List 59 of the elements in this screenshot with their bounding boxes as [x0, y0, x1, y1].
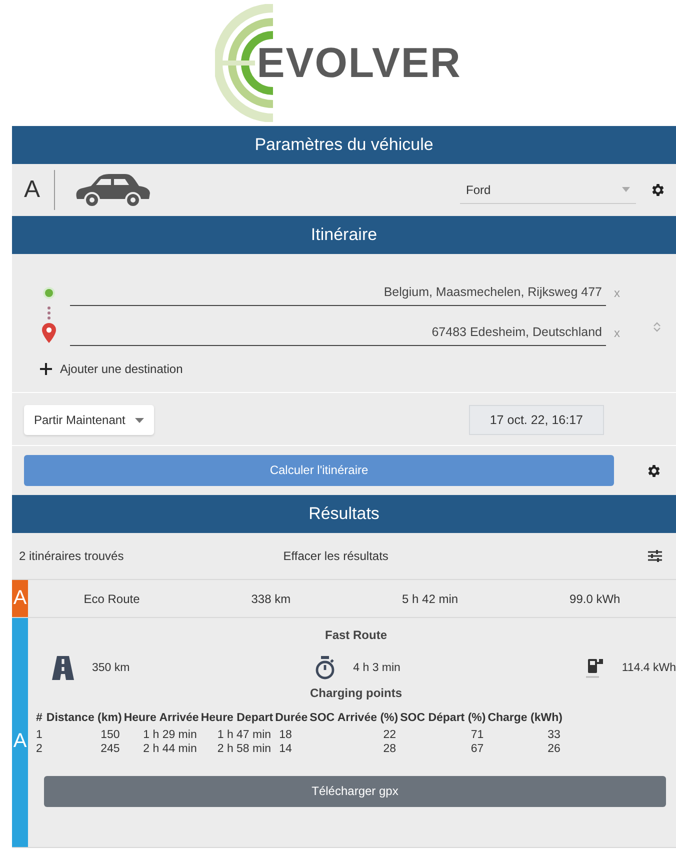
table-cell-text: 1 — [36, 728, 44, 742]
table-cell-text: 71 — [470, 728, 485, 742]
logo-text: EVOLVER — [256, 39, 462, 87]
route-duration: 4 h 3 min — [353, 662, 400, 674]
table-cell-text: 1 h 29 min — [142, 728, 198, 742]
table-cell-text: 1 h 47 min — [216, 728, 272, 742]
column-header: SOC Arrivée (%) — [310, 711, 400, 726]
routes-found-count: 2 itinéraires trouvés — [19, 549, 124, 563]
section-header: Paramètres du véhicule — [12, 126, 676, 164]
column-header: Durée — [275, 711, 309, 726]
clear-results-link[interactable]: Effacer les résultats — [124, 549, 548, 563]
filter-sliders-icon[interactable] — [648, 549, 662, 563]
route-distance: 350 km — [92, 662, 130, 674]
table-cell-text: 22 — [382, 728, 398, 742]
download-gpx-button[interactable]: Télécharger gpx — [44, 776, 666, 807]
table-cell-text: 18 — [278, 728, 293, 742]
add-destination-link[interactable]: Ajouter une destination — [60, 362, 183, 376]
column-header: Distance (km) — [46, 711, 123, 726]
route-name: Eco Route — [84, 592, 140, 606]
road-icon — [52, 656, 74, 680]
table-cell-text: 26 — [546, 742, 562, 756]
address-field[interactable]: 67483 Edesheim, Deutschland — [70, 320, 606, 346]
column-header: # — [36, 711, 44, 726]
table-cell-text: 33 — [546, 728, 562, 742]
vehicle-select[interactable]: Ford — [460, 176, 636, 204]
map-pin-icon — [42, 323, 56, 343]
start-dot-icon — [42, 286, 56, 300]
column-header: Heure Depart — [200, 711, 274, 726]
datetime-field[interactable]: 17 oct. 22, 16:17 — [468, 405, 604, 435]
charging-points-title: Charging points — [309, 686, 403, 700]
table-cell-text: 14 — [278, 742, 293, 756]
column-header: SOC Départ (%) — [400, 711, 487, 726]
settings-icon[interactable] — [646, 462, 662, 478]
plus-icon[interactable] — [40, 363, 52, 375]
column-header: Heure Arrivée — [124, 711, 200, 726]
charging-station-icon — [586, 657, 604, 679]
table-cell-text: 2 — [36, 742, 44, 756]
section-header: Résultats — [12, 495, 676, 533]
route-name: Fast Route — [324, 628, 388, 642]
table-cell-text: 67 — [470, 742, 485, 756]
vehicle-letter: A — [24, 170, 56, 210]
route-distance: 338 km — [251, 592, 291, 606]
departure-select[interactable]: Partir Maintenant — [24, 405, 154, 435]
stopwatch-icon — [315, 656, 336, 680]
dotted-connector-icon — [47, 306, 51, 320]
table-cell-text: 150 — [100, 728, 121, 742]
column-header: Charge (kWh) — [488, 711, 564, 726]
route-duration: 5 h 42 min — [402, 592, 458, 606]
caret-icon — [622, 187, 630, 192]
route-energy: 114.4 kWh — [622, 662, 676, 674]
table-cell-text: 28 — [382, 742, 398, 756]
caret-icon — [135, 418, 144, 422]
table-cell-text: 2 h 44 min — [142, 742, 198, 756]
section-header: Itinéraire — [12, 216, 676, 254]
settings-icon[interactable] — [650, 182, 666, 198]
table-cell-text: 2 h 58 min — [216, 742, 272, 756]
route-energy: 99.0 kWh — [570, 592, 620, 606]
address-field[interactable]: Belgium, Maasmechelen, Rijksweg 477 — [70, 280, 606, 306]
table-cell-text: 245 — [100, 742, 121, 756]
